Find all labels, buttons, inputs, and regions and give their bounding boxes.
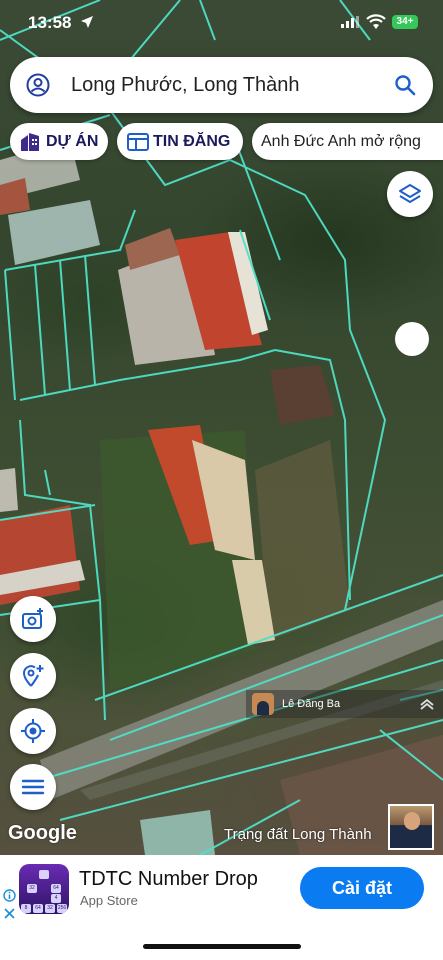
battery-icon: 34+: [392, 15, 418, 29]
search-icon[interactable]: [394, 74, 416, 96]
google-logo: Google: [8, 822, 77, 844]
owner-avatar: [252, 693, 274, 715]
cellular-signal-icon: [341, 16, 359, 28]
menu-button[interactable]: [10, 764, 56, 810]
ad-info-icon[interactable]: [3, 889, 16, 902]
my-location-button[interactable]: [10, 708, 56, 754]
layers-icon: [399, 184, 421, 203]
status-time: 13:58: [28, 13, 72, 32]
pin-add-icon: [22, 665, 44, 687]
ad-app-store: App Store: [80, 893, 138, 908]
chip-anh-duc[interactable]: Anh Đức Anh mở rộng: [252, 123, 443, 160]
map-marker-dot[interactable]: [395, 322, 429, 356]
home-indicator[interactable]: [143, 944, 301, 949]
building-icon: [21, 132, 39, 151]
camera-button[interactable]: [10, 596, 56, 642]
chip-tin-dang-label: TIN ĐĂNG: [153, 132, 231, 150]
chip-anh-duc-label: Anh Đức Anh mở rộng: [261, 132, 421, 150]
layers-button[interactable]: [387, 171, 433, 217]
chip-du-an-label: DỰ ÁN: [46, 132, 99, 150]
owner-tag[interactable]: Lê Đăng Ba: [246, 690, 443, 718]
chip-du-an[interactable]: DỰ ÁN: [10, 123, 108, 160]
ad-app-title[interactable]: TDTC Number Drop: [79, 868, 258, 891]
map-caption[interactable]: Trạng đất Long Thành: [224, 826, 372, 843]
ad-close-icon[interactable]: [3, 907, 16, 920]
user-icon[interactable]: [26, 73, 50, 97]
chip-tin-dang[interactable]: TIN ĐĂNG: [117, 123, 243, 160]
wifi-icon: [366, 14, 386, 29]
status-bar: 13:58 34+: [0, 0, 443, 48]
camera-add-icon: [22, 608, 43, 629]
listing-icon: [127, 132, 149, 151]
crosshair-icon: [21, 719, 45, 743]
search-bar[interactable]: Long Phước, Long Thành: [10, 57, 433, 113]
owner-name: Lê Đăng Ba: [282, 698, 341, 710]
chevron-up-icon[interactable]: [419, 696, 435, 712]
install-button[interactable]: Cài đặt: [300, 867, 424, 909]
agent-photo-thumbnail[interactable]: [388, 804, 434, 850]
location-arrow-icon: [81, 16, 93, 28]
app-icon[interactable]: 32 64 4 8 64 32 256: [19, 864, 69, 914]
hamburger-menu-icon: [21, 779, 45, 795]
search-query[interactable]: Long Phước, Long Thành: [71, 74, 300, 97]
add-pin-button[interactable]: [10, 653, 56, 699]
